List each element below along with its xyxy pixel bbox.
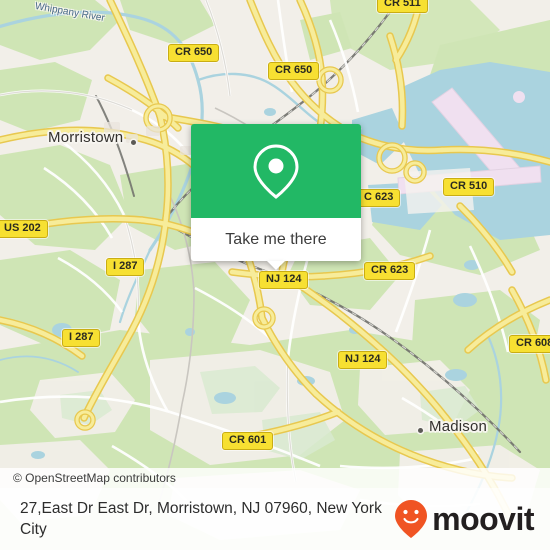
road-shield-cr511: CR 511 <box>377 0 428 13</box>
road-shield-nj124-east: NJ 124 <box>338 351 388 369</box>
osm-attribution-bar: © OpenStreetMap contributors <box>0 468 550 488</box>
road-shield-cr510: CR 510 <box>443 178 495 196</box>
take-me-there-button[interactable]: Take me there <box>191 218 361 270</box>
destination-callout-card[interactable]: Take me there <box>191 124 361 270</box>
city-dot-morristown <box>131 140 136 145</box>
road-shield-cr608: CR 608 <box>509 335 550 353</box>
moovit-map-screenshot: Whippany River Morristown Madison CR 650… <box>0 0 550 550</box>
road-shield-cr601: CR 601 <box>222 432 274 450</box>
road-shield-cr623-north: C 623 <box>357 189 401 207</box>
road-shield-i287-south: I 287 <box>62 329 101 347</box>
footer-bar: 27,East Dr East Dr, Morristown, NJ 07960… <box>0 488 550 550</box>
road-shield-nj124-west: NJ 124 <box>259 271 309 289</box>
moovit-smiley-pin-icon <box>395 500 428 538</box>
road-shield-cr650-east: CR 650 <box>268 62 320 80</box>
moovit-wordmark: moovit <box>432 501 534 537</box>
moovit-logo[interactable]: moovit <box>394 499 538 539</box>
road-shield-us202: US 202 <box>0 220 48 238</box>
callout-card-header <box>191 124 361 218</box>
osm-attribution-text[interactable]: © OpenStreetMap contributors <box>0 471 176 485</box>
address-text: 27,East Dr East Dr, Morristown, NJ 07960… <box>20 500 382 538</box>
map-pin-icon <box>253 144 299 199</box>
road-shield-i287-north: I 287 <box>106 258 145 276</box>
road-shield-cr623-south: CR 623 <box>364 262 416 280</box>
city-dot-madison <box>418 428 423 433</box>
callout-tail <box>267 261 285 270</box>
take-me-there-label: Take me there <box>225 230 327 248</box>
road-shield-cr650-north: CR 650 <box>168 44 220 62</box>
